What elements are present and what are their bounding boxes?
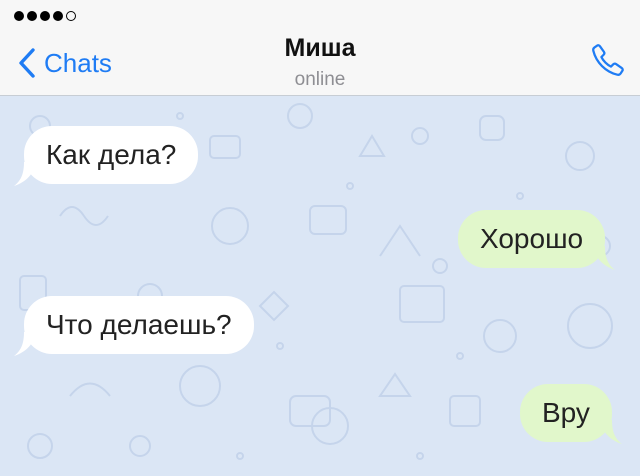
signal-dot [40, 11, 50, 21]
message-text: Вру [542, 397, 590, 428]
message-bubble-outgoing[interactable]: Вру [520, 384, 622, 444]
call-button[interactable] [590, 42, 626, 83]
phone-icon [592, 44, 624, 76]
signal-dot [14, 11, 24, 21]
signal-dot [53, 11, 63, 21]
bubble-tail [14, 332, 36, 356]
chevron-left-icon [19, 48, 35, 78]
bubble-tail [599, 420, 622, 444]
message-text: Как дела? [46, 139, 177, 170]
signal-dot [66, 11, 76, 21]
message-text: Что делаешь? [46, 309, 232, 340]
message-text: Хорошо [480, 223, 584, 254]
signal-dot [27, 11, 37, 21]
chat-area[interactable]: Как дела? Хорошо Что делаешь? Вру [0, 96, 640, 476]
bubble-tail [14, 162, 36, 186]
message-bubble-incoming[interactable]: Как дела? [14, 126, 199, 186]
message-bubble-outgoing[interactable]: Хорошо [458, 210, 616, 270]
message-bubble-incoming[interactable]: Что делаешь? [14, 296, 254, 356]
back-button-label: Chats [44, 48, 112, 78]
navigation-bar: Chats Миша online [0, 0, 640, 96]
bubble-tail [593, 246, 616, 270]
back-button[interactable]: Chats [18, 47, 112, 79]
signal-strength-indicator [14, 11, 76, 21]
